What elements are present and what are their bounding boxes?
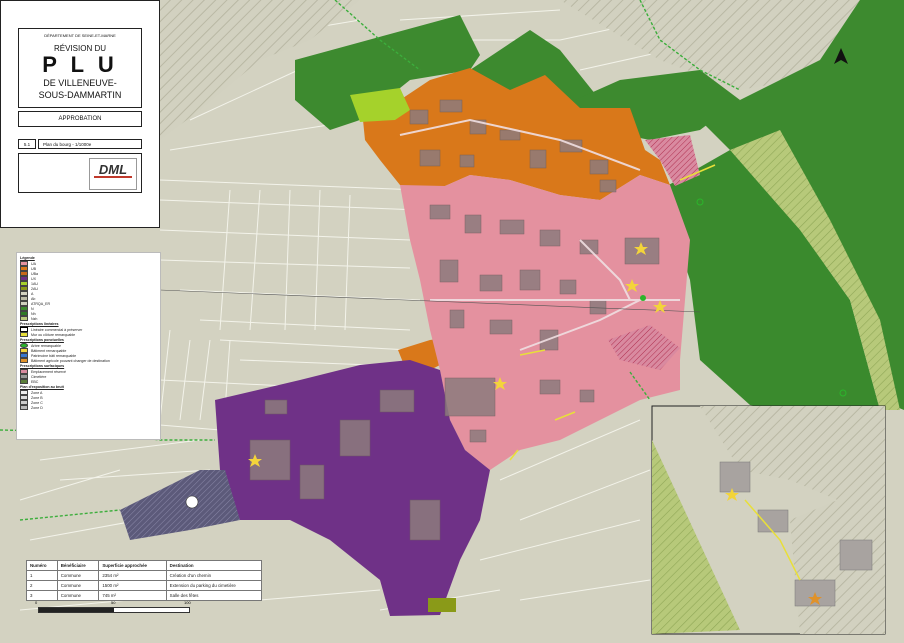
legend-noise-d: Zone D [31,405,43,410]
logo-box: DML [18,153,142,193]
legend-noise-b: Zone B [31,395,43,400]
table-cell: Commune [56,590,100,601]
commune-line-2: SOUS-DAMMARTIN [38,90,122,100]
stage-label: APPROBATION [58,116,102,122]
table-header: Superficie approchée [98,560,167,571]
commune-line-1: DE VILLENEUVE- [43,78,117,88]
legend-zone-ua: UA [31,261,36,266]
plu-title: P L U [42,52,118,77]
stage-box: APPROBATION [18,111,142,127]
tree-marker [640,295,646,301]
legend-noise-c: Zone C [31,400,43,405]
table-row: 1 Commune 2354 m² Création d'un chemin [26,570,263,581]
legend-surface-3: EBC [31,379,39,384]
table-cell: 1500 m² [98,580,167,591]
table-cell: Création d'un chemin [165,570,263,581]
small-lime-parcel [428,598,456,612]
table-header: Bénéficiaire [56,560,100,571]
department-label: DÉPARTEMENT DE SEINE-ET-MARNE [44,33,116,38]
table-header-row: Numéro Bénéficiaire Superficie approchée… [26,560,263,571]
legend-prescription-1: Linéaire commercial à préserver [31,327,83,332]
table-row: 2 Commune 1500 m² Extension du parking d… [26,580,263,591]
table-cell: 3 [26,590,58,601]
table-header: Destination [165,560,263,571]
legend-zone-n: N [31,306,34,311]
scale-tick-0: 0 [35,600,38,605]
table-header: Numéro [26,560,58,571]
legend-zone-nh: Nh [31,311,36,316]
title-cartouche: DÉPARTEMENT DE SEINE-ET-MARNE RÉVISION D… [0,0,160,228]
piece-title-box: Plan du bourg - 1/1000e [38,139,142,149]
legend-point-3: Patrimoine bâti remarquable [31,353,77,358]
piece-number: 5.1 [23,142,31,147]
inset-map[interactable] [651,405,886,635]
table-cell: 745 m² [98,590,167,601]
legend-zone-1au: 1AU [31,281,38,286]
scale-tick-50: 50 [111,600,116,605]
piece-number-box: 5.1 [18,139,36,149]
table-cell: Commune [56,580,100,591]
reserved-sites-table: Numéro Bénéficiaire Superficie approchée… [26,560,263,601]
legend-zone-2au: 2AU [31,286,38,291]
legend-point-4: Bâtiment agricole pouvant changer de des… [31,358,110,363]
legend-zone-nzh: Nzh [31,316,38,321]
legend-surface-2: Cimetière [31,374,47,379]
title-box: DÉPARTEMENT DE SEINE-ET-MARNE RÉVISION D… [18,28,142,108]
legend-point-1: Arbre remarquable [31,343,61,348]
legend-point-2: Bâtiment remarquable [31,348,67,353]
legend-zone-ab: Ab [31,296,36,301]
legend-zone-ub: UB [31,266,36,271]
dml-logo: DML [89,158,137,190]
table-cell: Salle des fêtes [165,590,263,601]
table-cell: 2354 m² [98,570,167,581]
scale-bar [38,607,190,613]
dml-logo-text: DML [98,162,128,177]
er-marker [185,495,199,509]
table-row: 3 Commune 745 m² Salle des fêtes [26,590,263,601]
table-cell: Extension du parking du cimetière [165,580,263,591]
map-legend: Légende UA UB UBa UX 1AU 2AU A Ab ATRQA_… [16,252,161,440]
legend-zone-uba: UBa [31,271,38,276]
scale-tick-100: 100 [184,600,191,605]
legend-zone-atrqa: ATRQA_ER [31,301,51,306]
legend-surface-1: Emplacement réservé [31,369,66,374]
table-cell: 2 [26,580,58,591]
legend-zone-a: A [31,291,34,296]
table-cell: Commune [56,570,100,581]
legend-zone-ux: UX [31,276,36,281]
piece-title: Plan du bourg - 1/1000e [43,142,92,147]
legend-noise-a: Zone A [31,390,43,395]
logo-stripe [94,176,132,178]
legend-prescription-2: Mur ou clôture remarquable [31,332,76,337]
table-cell: 1 [26,570,58,581]
